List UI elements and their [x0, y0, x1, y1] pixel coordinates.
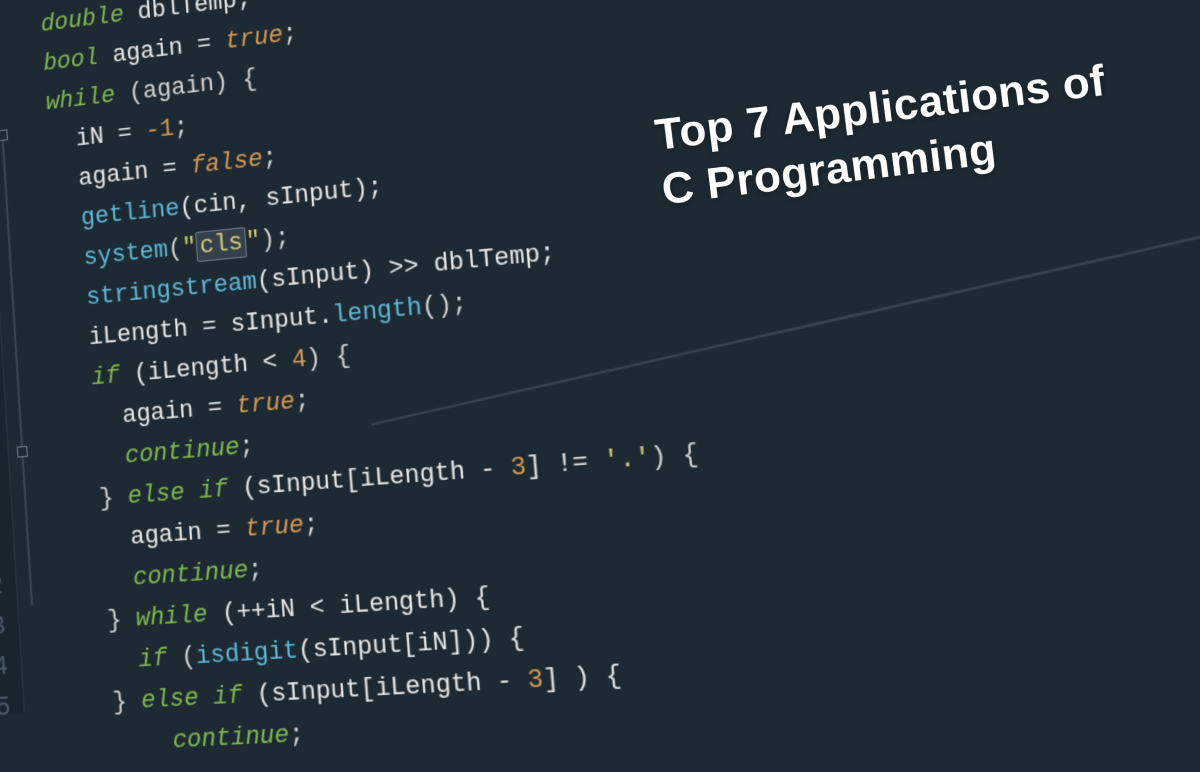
code-token-var: again = — [129, 515, 246, 551]
line-number: 535 — [0, 688, 25, 732]
code-token-kw: else if — [140, 682, 243, 716]
code-token-punct: ; — [288, 720, 305, 750]
code-token-punct: ; — [262, 143, 278, 173]
code-token-kw: if — [138, 644, 169, 674]
code-token-bool: true — [236, 387, 296, 420]
code-token-var: ] != — [525, 447, 605, 482]
code-token-var: again = — [78, 153, 192, 193]
code-token-punct: ) { — [650, 440, 700, 473]
line-number: 534 — [0, 647, 22, 691]
code-token-punct: ; — [303, 510, 320, 540]
code-token-var: again = — [121, 392, 237, 430]
code-token-num: -1 — [145, 115, 175, 146]
fold-marker-icon[interactable] — [0, 129, 8, 141]
line-number: 530 — [0, 486, 12, 531]
code-text-area[interactable]: int iLength; double dblTemp; bool again … — [10, 0, 723, 768]
code-token-bool: true — [244, 511, 305, 544]
code-token-bool: false — [190, 145, 264, 181]
code-token-var: (sInput[iLength - — [241, 666, 529, 710]
code-token-type: double — [40, 1, 125, 39]
code-token-kw: continue — [124, 433, 240, 470]
code-token-bool: true — [224, 21, 283, 56]
code-token-punct: } — [99, 483, 129, 513]
code-token-kw: while — [135, 601, 209, 634]
line-number: 531 — [0, 526, 15, 571]
code-token-kw: continue — [132, 556, 249, 592]
code-token-punct: ; — [247, 555, 264, 585]
code-token-var: iN = — [75, 118, 147, 153]
code-token-str: '.' — [602, 443, 652, 476]
code-token-kw: while — [45, 82, 116, 117]
code-token-fn: system — [83, 236, 169, 272]
code-token-punct: ; — [173, 113, 189, 142]
code-token-punct: ; — [294, 386, 311, 416]
code-token-fn: length — [332, 293, 423, 330]
code-token-fn: getline — [80, 194, 180, 232]
fold-marker-icon[interactable] — [17, 446, 28, 458]
line-number: 529 — [0, 446, 10, 491]
line-number: 532 — [0, 566, 17, 611]
code-token-var: ] ) { — [542, 661, 623, 695]
code-token-kw: else if — [127, 475, 229, 511]
code-token-fn: isdigit — [195, 637, 299, 672]
code-token-punct: } — [107, 605, 137, 635]
code-token-punct: ) { — [305, 341, 351, 373]
code-token-var: (sInput[iN])) { — [297, 623, 526, 665]
code-token-str: cls — [196, 227, 248, 262]
line-number: 528 — [0, 406, 7, 452]
code-token-punct: ( — [166, 643, 197, 673]
code-token-kw: if — [91, 362, 121, 392]
code-token-punct: ); — [260, 224, 291, 255]
code-token-punct: (); — [421, 289, 468, 322]
line-number: 533 — [0, 607, 20, 652]
code-token-punct: ; — [238, 432, 255, 462]
code-token-kw: continue — [172, 721, 291, 756]
code-token-punct: } — [112, 687, 142, 717]
code-token-punct: ; — [282, 19, 299, 49]
code-token-type: bool — [42, 44, 99, 78]
